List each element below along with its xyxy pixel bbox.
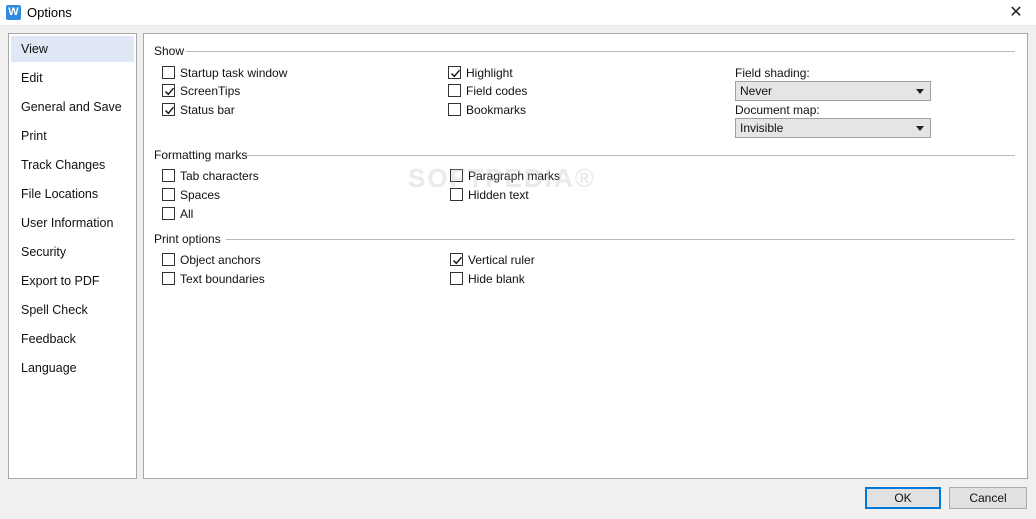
sidebar-item-user-information[interactable]: User Information: [11, 210, 134, 236]
sidebar-item-feedback[interactable]: Feedback: [11, 326, 134, 352]
section-title-formatting-marks: Formatting marks: [154, 148, 248, 162]
dropdown-value: Invisible: [740, 121, 784, 135]
section-divider: [226, 239, 1015, 240]
sidebar-item-edit[interactable]: Edit: [11, 65, 134, 91]
field-shading-dropdown[interactable]: Never: [735, 81, 931, 101]
checkbox-box[interactable]: [450, 272, 463, 285]
checkbox-label: Vertical ruler: [468, 253, 535, 267]
checkbox-label: Hide blank: [468, 272, 525, 286]
section-divider: [246, 155, 1015, 156]
checkbox-box[interactable]: [162, 188, 175, 201]
view-options-panel: Show Startup task window ScreenTips Stat…: [143, 33, 1028, 479]
checkbox-box[interactable]: [162, 66, 175, 79]
checkbox-box[interactable]: [448, 66, 461, 79]
document-map-label: Document map:: [735, 103, 820, 117]
softpedia-watermark: SOFTPEDIA®: [408, 163, 596, 193]
sidebar-item-security[interactable]: Security: [11, 239, 134, 265]
checkmark-icon: [451, 69, 461, 78]
checkbox-label: ScreenTips: [180, 84, 241, 98]
checkbox-box[interactable]: [162, 207, 175, 220]
sidebar-item-file-locations[interactable]: File Locations: [11, 181, 134, 207]
checkmark-icon: [453, 256, 463, 265]
sidebar-item-spell-check[interactable]: Spell Check: [11, 297, 134, 323]
checkbox-box[interactable]: [448, 84, 461, 97]
checkmark-icon: [165, 106, 175, 115]
section-title-print-options: Print options: [154, 232, 221, 246]
checkbox-box[interactable]: [162, 253, 175, 266]
checkbox-label: Bookmarks: [466, 103, 527, 117]
checkbox-box[interactable]: [162, 272, 175, 285]
checkbox-box[interactable]: [450, 253, 463, 266]
sidebar-item-view[interactable]: View: [11, 36, 134, 62]
checkbox-label: Field codes: [466, 84, 528, 98]
checkbox-box[interactable]: [162, 84, 175, 97]
sidebar-item-general-and-save[interactable]: General and Save: [11, 94, 134, 120]
checkbox-label: Tab characters: [180, 169, 259, 183]
checkbox-label: Spaces: [180, 188, 221, 202]
title-bar: W Options ✕: [0, 0, 1036, 26]
checkbox-label: Object anchors: [180, 253, 261, 267]
section-divider: [186, 51, 1015, 52]
document-map-dropdown[interactable]: Invisible: [735, 118, 931, 138]
chevron-down-icon: [916, 89, 924, 94]
sidebar-item-language[interactable]: Language: [11, 355, 134, 381]
sidebar-item-track-changes[interactable]: Track Changes: [11, 152, 134, 178]
options-sidebar: View Edit General and Save Print Track C…: [8, 33, 137, 479]
checkbox-box[interactable]: [162, 103, 175, 116]
section-title-show: Show: [154, 44, 185, 58]
ok-button[interactable]: OK: [865, 487, 941, 509]
field-shading-label: Field shading:: [735, 66, 810, 80]
checkbox-box[interactable]: [162, 169, 175, 182]
sidebar-item-export-to-pdf[interactable]: Export to PDF: [11, 268, 134, 294]
app-logo-icon: W: [6, 5, 21, 20]
chevron-down-icon: [916, 126, 924, 131]
close-button[interactable]: ✕: [996, 0, 1036, 26]
dropdown-value: Never: [740, 84, 773, 98]
checkbox-box[interactable]: [448, 103, 461, 116]
cancel-button[interactable]: Cancel: [949, 487, 1027, 509]
window-title: Options: [27, 5, 72, 20]
sidebar-item-print[interactable]: Print: [11, 123, 134, 149]
checkbox-label: Status bar: [180, 103, 235, 117]
checkbox-label: Startup task window: [180, 66, 288, 80]
checkbox-label: Highlight: [466, 66, 513, 80]
checkbox-label: Text boundaries: [180, 272, 265, 286]
checkbox-label: All: [180, 207, 194, 221]
checkmark-icon: [165, 87, 175, 96]
